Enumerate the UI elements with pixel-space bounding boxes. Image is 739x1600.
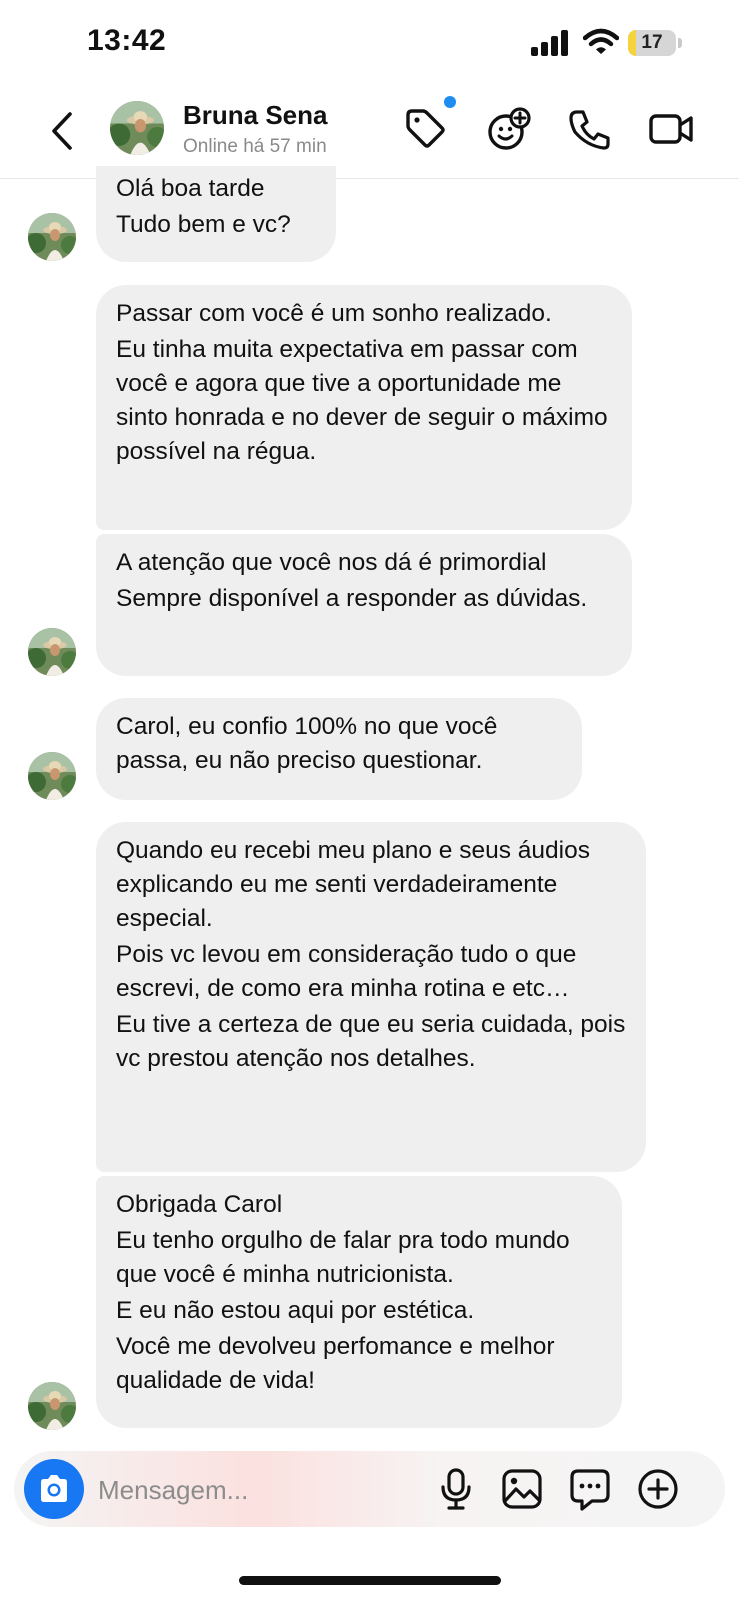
message-text: Pois vc levou em consideração tudo o que… [116,941,577,1002]
chevron-left-icon[interactable] [44,108,80,154]
avatar[interactable] [28,213,76,261]
battery-level: 17 [641,32,663,53]
battery-icon: 17 [628,30,682,56]
message-bubble[interactable]: Obrigada Carol Eu tenho orgulho de falar… [96,1176,622,1428]
avatar[interactable] [28,752,76,800]
message-text: Eu tenho orgulho de falar pra todo mundo… [116,1227,570,1288]
phone-icon[interactable] [567,106,613,152]
message-text: E eu não estou aqui por estética. [116,1297,475,1324]
camera-button[interactable] [24,1459,84,1519]
status-bar: 13:42 17 [0,0,739,86]
message-bubble[interactable]: Carol, eu confio 100% no que você passa,… [96,698,582,800]
image-icon[interactable] [500,1467,544,1511]
avatar[interactable] [110,101,164,155]
message-input[interactable] [96,1467,430,1513]
contact-name[interactable]: Bruna Sena [183,100,328,131]
message-bubble[interactable]: A atenção que você nos dá é primordial S… [96,534,632,676]
message-bubble[interactable]: Quando eu recebi meu plano e seus áudios… [96,822,646,1172]
message-bubble[interactable]: Olá boa tarde Tudo bem e vc? [96,166,336,262]
sticker-icon[interactable] [568,1467,612,1511]
message-text: Você me devolveu perfomance e melhor qua… [116,1333,555,1394]
message-bubble[interactable]: Passar com você é um sonho realizado. Eu… [96,285,632,530]
microphone-icon[interactable] [434,1467,478,1511]
message-text: Passar com você é um sonho realizado. [116,300,552,327]
message-text: Tudo bem e vc? [116,211,291,238]
contact-status: Online há 57 min [183,136,327,157]
avatar-image [110,101,164,155]
plus-icon[interactable] [636,1467,680,1511]
message-composer [14,1451,725,1527]
status-time: 13:42 [87,24,167,57]
message-text: Olá boa tarde [116,175,265,202]
tag-icon[interactable] [402,106,448,152]
notification-dot [444,96,456,108]
message-text: A atenção que você nos dá é primordial [116,549,547,576]
avatar-image [28,752,76,800]
avatar-image [28,1382,76,1430]
avatar-image [28,213,76,261]
wifi-icon [583,28,619,54]
avatar[interactable] [28,1382,76,1430]
message-text: Obrigada Carol [116,1191,283,1218]
message-text: Eu tive a certeza de que eu seria cuidad… [116,1011,626,1072]
camera-icon [41,1475,67,1502]
video-camera-icon[interactable] [648,106,694,152]
avatar-image [28,628,76,676]
message-text: Sempre disponível a responder as dúvidas… [116,585,588,612]
message-text: Quando eu recebi meu plano e seus áudios… [116,837,590,932]
avatar[interactable] [28,628,76,676]
message-text: Eu tinha muita expectativa em passar com… [116,336,608,465]
signal-icon [531,30,568,56]
effects-icon[interactable] [486,106,532,152]
message-text: Carol, eu confio 100% no que você passa,… [116,713,498,774]
home-indicator[interactable] [239,1576,501,1585]
